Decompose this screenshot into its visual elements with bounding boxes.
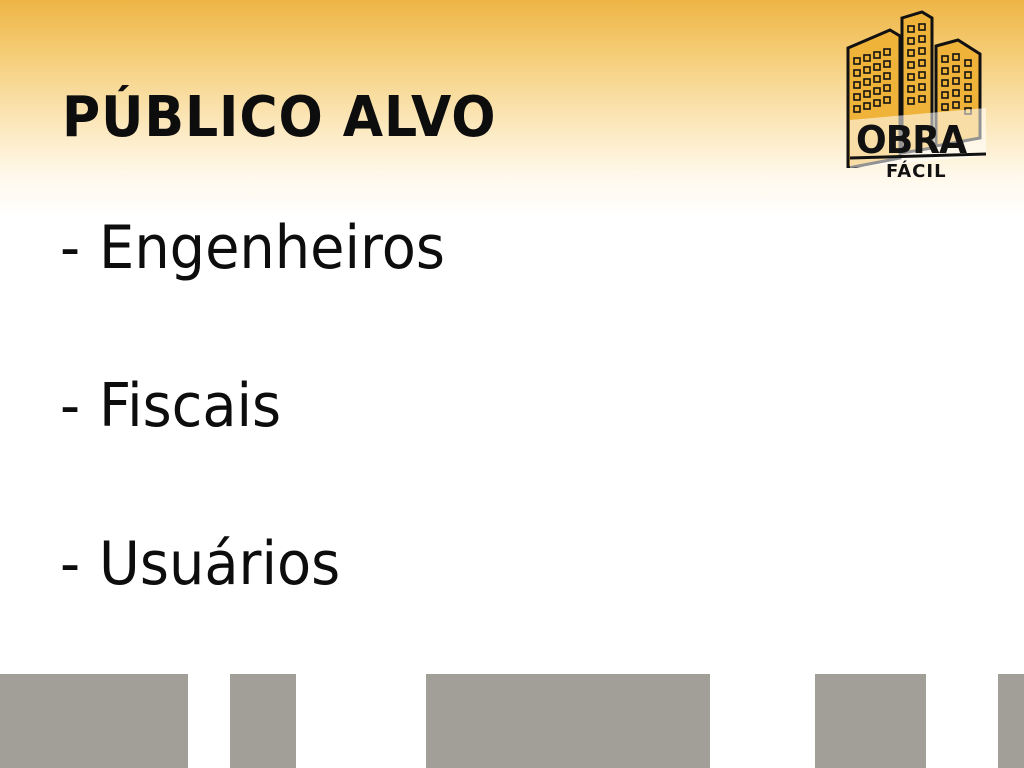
logo-wordmark: OBRA [856,118,967,162]
bullet-dash: - [60,529,81,599]
footer-block [426,674,710,768]
bullet-text: Usuários [99,529,341,599]
bullet-item: - Engenheiros [60,210,445,286]
obra-facil-logo: OBRA FÁCIL [840,8,990,188]
bullet-dash: - [60,213,81,283]
bullet-item: - Usuários [60,526,340,602]
footer-block [815,674,926,768]
slide-title: PÚBLICO ALVO [62,85,497,150]
logo-subtitle: FÁCIL [886,161,947,182]
bullet-dash: - [60,371,81,441]
bullet-item: - Fiscais [60,368,281,444]
bullet-text: Engenheiros [99,213,445,283]
footer-block [0,674,188,768]
footer-block [998,674,1024,768]
slide: PÚBLICO ALVO - Engenheiros - Fiscais - Usuá… [0,0,1024,768]
footer-block [230,674,296,768]
bullet-text: Fiscais [99,371,282,441]
